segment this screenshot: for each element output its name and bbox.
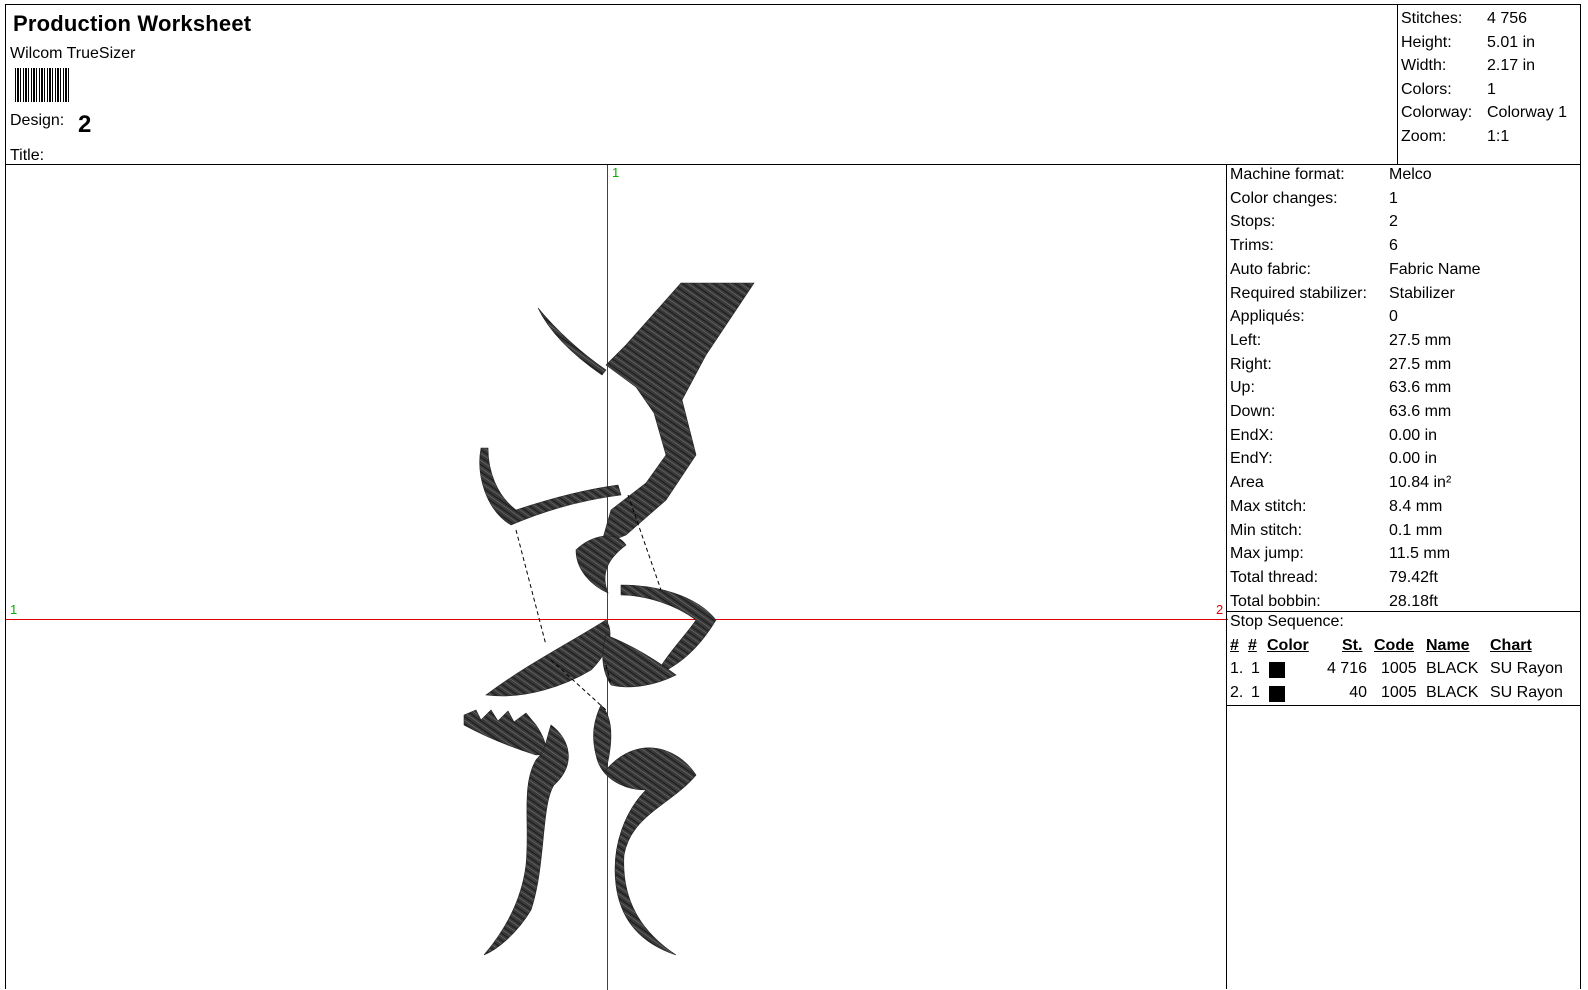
barcode-image <box>15 68 71 102</box>
title-label: Title: <box>10 147 45 164</box>
spec-row: Stops: 2 <box>1230 213 1398 231</box>
spec-value: 6 <box>1389 237 1398 255</box>
spec-value: 63.6 mm <box>1389 403 1452 420</box>
stop-cell-code: 1005 <box>1381 684 1417 701</box>
spec-value: 1 <box>1389 189 1398 207</box>
summary-row: Stitches: 4 756 <box>1401 10 1528 27</box>
spec-row: Left: 27.5 mm <box>1230 331 1451 350</box>
design-label: Design: <box>10 112 65 129</box>
spec-value: 10.84 in² <box>1389 474 1452 492</box>
spec-row: Min stitch: 0.1 mm <box>1230 521 1442 540</box>
spec-value: 63.6 mm <box>1389 379 1452 397</box>
spec-value: 0.00 in <box>1389 450 1438 468</box>
stop-cell-code: 1005 <box>1381 660 1417 677</box>
spec-row: EndX: 0.00 in <box>1230 426 1437 445</box>
spec-label: Up: <box>1230 379 1255 397</box>
design-preview: 1 1 2 <box>5 164 1228 990</box>
spec-row: Auto fabric: Fabric Name <box>1230 260 1481 279</box>
stop-sequence-bottom-divider <box>1227 705 1580 706</box>
spec-label: Required stabilizer: <box>1230 284 1367 302</box>
summary-row: Height: 5.01 in <box>1401 34 1536 51</box>
spec-label: Min stitch: <box>1230 521 1303 539</box>
spec-label: Left: <box>1230 331 1262 349</box>
spec-label: Auto fabric: <box>1230 260 1311 278</box>
stop-sequence-heading: Stop Sequence: <box>1230 613 1344 630</box>
spec-label: Total thread: <box>1230 568 1319 586</box>
spec-value: Stabilizer <box>1389 284 1455 302</box>
spec-value: 27.5 mm <box>1389 331 1452 349</box>
spec-label: Down: <box>1230 403 1276 420</box>
spec-row: Machine format: Melco <box>1230 166 1432 184</box>
summary-row: Zoom: 1:1 <box>1401 128 1510 145</box>
summary-row: Width: 2.17 in <box>1401 57 1536 74</box>
spec-label: Machine format: <box>1230 166 1345 183</box>
stop-cell-name: BLACK <box>1426 684 1479 701</box>
stop-cell-chart: SU Rayon <box>1490 660 1563 677</box>
spec-label: Max stitch: <box>1230 497 1307 515</box>
spec-value: 0 <box>1389 308 1398 326</box>
spec-label: Area <box>1230 474 1264 492</box>
embroidery-design-image <box>463 282 755 956</box>
worksheet-header: Production Worksheet Wilcom TrueSizer De… <box>5 4 1581 165</box>
col-header-chart: Chart <box>1490 637 1532 654</box>
stop-cell-st: 40 <box>1349 684 1367 701</box>
stop-cell-chart: SU Rayon <box>1490 684 1563 701</box>
spec-label: Trims: <box>1230 237 1274 255</box>
spec-label: Max jump: <box>1230 545 1304 563</box>
spec-row: Max stitch: 8.4 mm <box>1230 497 1442 516</box>
spec-row: Trims: 6 <box>1230 237 1398 255</box>
spec-label: EndY: <box>1230 450 1273 468</box>
spec-value: 28.18ft <box>1389 592 1438 610</box>
spec-row: Total thread: 79.42ft <box>1230 568 1438 587</box>
spec-value: 79.42ft <box>1389 568 1438 586</box>
spec-row: Appliqués: 0 <box>1230 308 1398 326</box>
spec-value: 11.5 mm <box>1389 545 1451 563</box>
spec-row: EndY: 0.00 in <box>1230 450 1437 468</box>
spec-label: Color changes: <box>1230 189 1338 207</box>
spec-value: Melco <box>1389 166 1432 183</box>
design-number: 2 <box>78 111 92 138</box>
spec-label: Total bobbin: <box>1230 592 1321 610</box>
stop-cell-st: 4 716 <box>1326 660 1367 677</box>
page-title: Production Worksheet <box>13 11 252 36</box>
summary-row: Colors: 1 <box>1401 81 1496 98</box>
col-header-stitches: St. <box>1342 637 1363 654</box>
spec-row: Required stabilizer: Stabilizer <box>1230 284 1455 303</box>
spec-row: Max jump: 11.5 mm <box>1230 545 1450 563</box>
col-header-color: Color <box>1267 637 1309 654</box>
col-header-count: # <box>1248 637 1257 654</box>
spec-row: Total bobbin: 28.18ft <box>1230 592 1438 611</box>
software-name: Wilcom TrueSizer <box>10 45 136 62</box>
summary-row: Colorway: Colorway 1 <box>1401 104 1568 121</box>
col-header-index: # <box>1230 637 1239 654</box>
machine-specs-panel: Machine format: Melco Color changes: 1 Stops… <box>1226 164 1581 989</box>
design-summary: Stitches: 4 756 Height: 5.01 in Width: 2.17… <box>1397 4 1581 165</box>
spec-value: Fabric Name <box>1389 260 1481 278</box>
col-header-name: Name <box>1426 637 1470 654</box>
spec-row: Down: 63.6 mm <box>1230 403 1451 421</box>
spec-value: 27.5 mm <box>1389 355 1452 373</box>
spec-value: 8.4 mm <box>1389 497 1443 515</box>
spec-row: Color changes: 1 <box>1230 189 1398 208</box>
spec-row: Area 10.84 in² <box>1230 474 1451 492</box>
stop-cell-name: BLACK <box>1426 660 1479 677</box>
spec-value: 0.1 mm <box>1389 521 1443 539</box>
spec-label: Stops: <box>1230 213 1276 231</box>
spec-label: EndX: <box>1230 426 1274 444</box>
col-header-code: Code <box>1374 637 1414 654</box>
spec-value: 2 <box>1389 213 1398 231</box>
spec-label: Appliqués: <box>1230 308 1305 326</box>
spec-row: Up: 63.6 mm <box>1230 379 1451 397</box>
stop-sequence-divider <box>1227 611 1580 612</box>
spec-value: 0.00 in <box>1389 426 1438 444</box>
spec-label: Right: <box>1230 355 1272 373</box>
spec-row: Right: 27.5 mm <box>1230 355 1451 374</box>
